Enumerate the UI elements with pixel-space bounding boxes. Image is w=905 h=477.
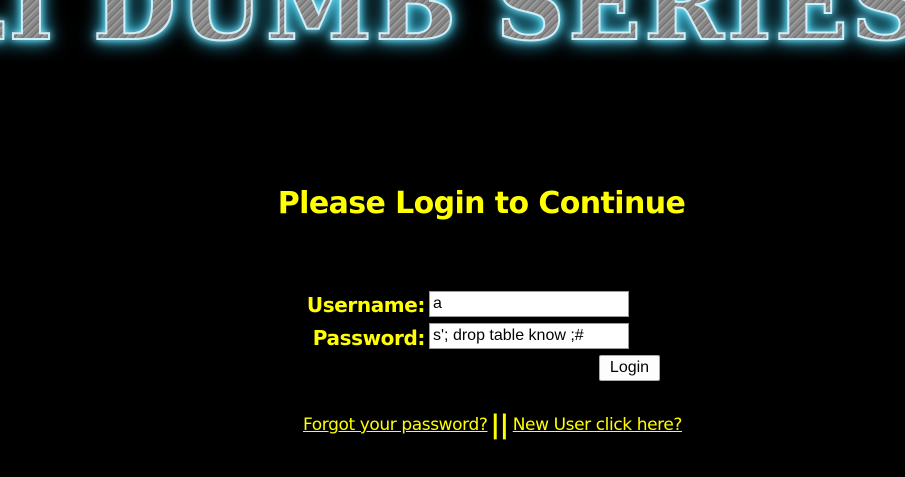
login-heading: Please Login to Continue [277,186,686,221]
username-input[interactable] [429,291,629,317]
link-separator: || [490,410,510,440]
new-user-link[interactable]: New User click here? [513,415,683,435]
forgot-password-link[interactable]: Forgot your password? [303,415,488,435]
sqli-dumb-series-banner: LI DUMB SERIES [0,0,905,62]
password-label: Password: [312,326,426,350]
username-label: Username: [306,293,426,317]
banner-title: LI DUMB SERIES [0,0,905,55]
password-input[interactable] [429,323,629,349]
account-links: Forgot your password? || New User click he… [303,410,682,440]
login-button[interactable]: Login [599,355,660,381]
